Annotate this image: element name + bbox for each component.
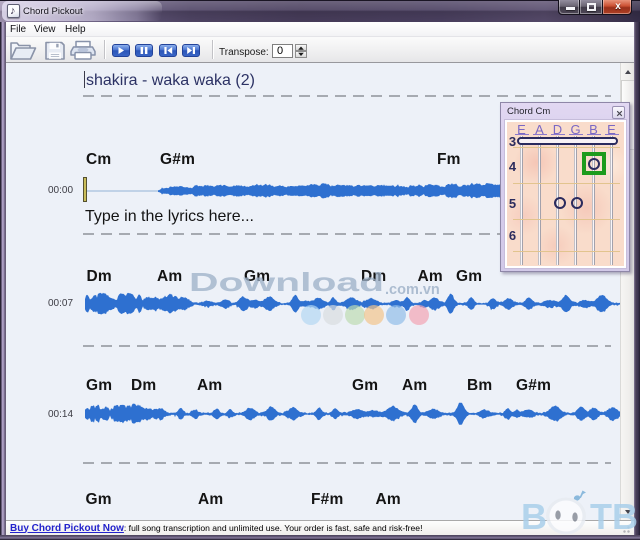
svg-text:TB: TB xyxy=(590,496,638,537)
svg-text:B: B xyxy=(521,496,547,537)
